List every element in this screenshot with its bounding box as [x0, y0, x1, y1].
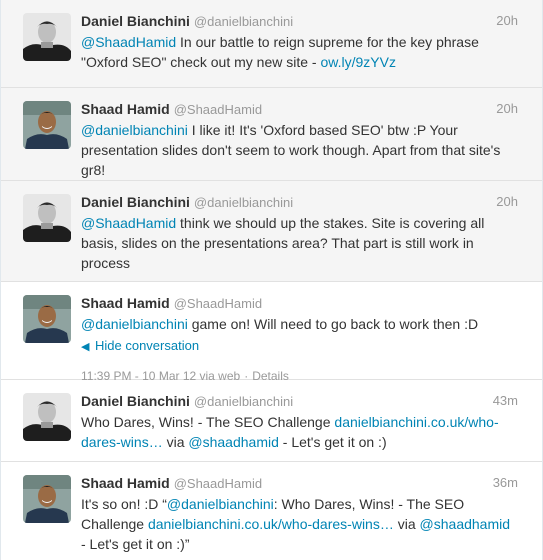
author-handle[interactable]: @danielbianchini [194, 195, 293, 210]
avatar-daniel[interactable] [23, 13, 71, 61]
tweet-text: It's so on! :D “@danielbianchini: Who Da… [81, 494, 518, 554]
tweet-text-part: It's so on! :D “ [81, 496, 167, 512]
author-handle[interactable]: @danielbianchini [194, 14, 293, 29]
avatar-shaad[interactable] [23, 101, 71, 149]
tweet-item[interactable]: Shaad Hamid @ShaadHamid 36m It's so on! :… [1, 462, 542, 560]
author-name[interactable]: Shaad Hamid [81, 475, 170, 491]
tweet-item[interactable]: Daniel Bianchini @danielbianchini 20h @Sh… [1, 181, 542, 282]
tweet-item[interactable]: Shaad Hamid @ShaadHamid 20h @danielbianch… [1, 88, 542, 181]
author-name[interactable]: Shaad Hamid [81, 101, 170, 117]
tweet-item[interactable]: Daniel Bianchini @danielbianchini 20h @Sh… [1, 0, 542, 88]
avatar-daniel-icon [23, 393, 71, 441]
url-link[interactable]: danielbianchini.co.uk/who-dares-wins… [148, 516, 394, 532]
avatar-shaad-icon [23, 295, 71, 343]
mention-link[interactable]: @ShaadHamid [81, 215, 176, 231]
mention-link[interactable]: @ShaadHamid [81, 34, 176, 50]
tweet-item-expanded[interactable]: Shaad Hamid @ShaadHamid @danielbianchini … [1, 282, 542, 383]
tweet-time[interactable]: 20h [496, 99, 518, 119]
tweet-text: @danielbianchini I like it! It's 'Oxford… [81, 120, 518, 180]
avatar-shaad[interactable] [23, 295, 71, 343]
tweet-text-part: - Let's get it on :)” [81, 536, 190, 552]
tweet-time[interactable]: 20h [496, 192, 518, 212]
tweet-text-part: - Let's get it on :) [278, 434, 387, 450]
avatar-daniel[interactable] [23, 393, 71, 441]
tweet-text: @ShaadHamid In our battle to reign supre… [81, 32, 518, 72]
mention-link[interactable]: @danielbianchini [167, 496, 274, 512]
mention-link[interactable]: @shaadhamid [188, 434, 279, 450]
url-link[interactable]: ow.ly/9zYVz [320, 54, 395, 70]
author-name[interactable]: Daniel Bianchini [81, 194, 190, 210]
mention-link[interactable]: @danielbianchini [81, 316, 188, 332]
tweet-text: @ShaadHamid think we should up the stake… [81, 213, 518, 273]
avatar-daniel-icon [23, 194, 71, 242]
author-handle[interactable]: @ShaadHamid [174, 296, 262, 311]
tweet-item[interactable]: Daniel Bianchini @danielbianchini 43m Who… [1, 380, 542, 462]
hide-conversation-label: Hide conversation [95, 338, 200, 353]
reply-arrow-icon: ◀ [81, 341, 90, 353]
mention-link[interactable]: @danielbianchini [81, 122, 188, 138]
mention-link[interactable]: @shaadhamid [420, 516, 511, 532]
tweet-timeline: Daniel Bianchini @danielbianchini 20h @Sh… [0, 0, 543, 560]
author-name[interactable]: Shaad Hamid [81, 295, 170, 311]
avatar-daniel-icon [23, 13, 71, 61]
tweet-time[interactable]: 36m [493, 473, 518, 493]
avatar-shaad[interactable] [23, 475, 71, 523]
author-handle[interactable]: @danielbianchini [194, 394, 293, 409]
hide-conversation-link[interactable]: ◀ Hide conversation [81, 337, 518, 355]
avatar-shaad-icon [23, 475, 71, 523]
tweet-text-part: via [162, 434, 189, 450]
tweet-time[interactable]: 43m [493, 391, 518, 411]
author-handle[interactable]: @ShaadHamid [174, 102, 262, 117]
tweet-text: @danielbianchini game on! Will need to g… [81, 314, 518, 334]
avatar-daniel[interactable] [23, 194, 71, 242]
author-name[interactable]: Daniel Bianchini [81, 393, 190, 409]
tweet-text-part: via [393, 516, 420, 532]
avatar-shaad-icon [23, 101, 71, 149]
tweet-text-part: Who Dares, Wins! - The SEO Challenge [81, 414, 335, 430]
tweet-text-part: game on! Will need to go back to work th… [187, 316, 479, 332]
author-handle[interactable]: @ShaadHamid [174, 476, 262, 491]
tweet-time[interactable]: 20h [496, 11, 518, 31]
tweet-text: Who Dares, Wins! - The SEO Challenge dan… [81, 412, 518, 452]
author-name[interactable]: Daniel Bianchini [81, 13, 190, 29]
